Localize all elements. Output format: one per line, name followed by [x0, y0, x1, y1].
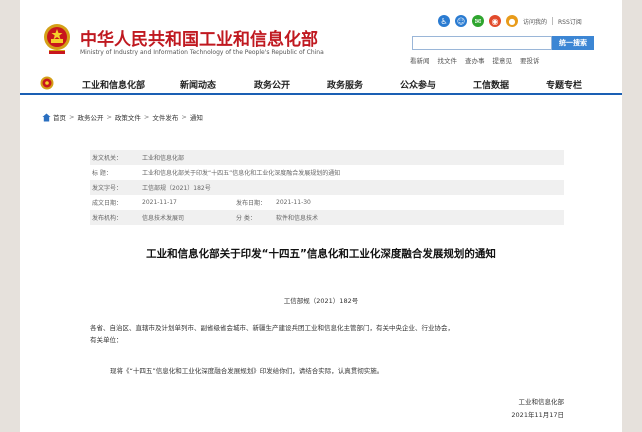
document-body: 现将《“十四五”信息化和工业化深度融合发展规划》印发给你们，请结合实际，认真贯彻… — [110, 367, 384, 375]
breadcrumb-separator: > — [69, 113, 75, 121]
breadcrumb-government-affairs[interactable]: 政务公开 — [77, 112, 103, 122]
nav-item-government-affairs[interactable]: 政务公开 — [254, 78, 290, 91]
quick-link-feedback[interactable]: 提意见 — [493, 55, 513, 65]
doc-number-value: 工信部规（2021）182号 — [142, 185, 211, 192]
published-value: 2021-11-30 — [276, 199, 311, 206]
breadcrumb-file-release[interactable]: 文件发布 — [152, 112, 178, 122]
document-number: 工信部规（2021）182号 — [283, 297, 359, 305]
site-title[interactable]: 中华人民共和国工业和信息化部 — [80, 25, 318, 50]
info-row-dates: 成文日期： 2021-11-17 发布日期： 2021-11-30 — [90, 195, 564, 210]
rss-link[interactable]: RSS订阅 — [558, 17, 582, 26]
quick-link-complaint[interactable]: 要投诉 — [520, 55, 540, 65]
page-frame: 中华人民共和国工业和信息化部 Ministry of Industry and … — [20, 0, 622, 432]
site-header: 中华人民共和国工业和信息化部 Ministry of Industry and … — [20, 0, 622, 70]
breadcrumb: 首页 > 政务公开 > 政策文件 > 文件发布 > 通知 — [42, 112, 203, 122]
document-signature: 工业和信息化部 — [518, 398, 565, 406]
main-nav: 工业和信息化部 新闻动态 政务公开 政务服务 公众参与 工信数据 专题专栏 — [20, 73, 622, 95]
title-value: 工业和信息化部关于印发“十四五”信息化和工业化深度融合发展规划的通知 — [142, 170, 341, 177]
info-row-title: 标 题： 工业和信息化部关于印发“十四五”信息化和工业化深度融合发展规划的通知 — [90, 165, 564, 180]
ministry-logo-icon[interactable] — [40, 76, 54, 90]
accessibility-icon[interactable]: ♿ — [438, 15, 450, 27]
tool-divider — [552, 17, 554, 25]
published-label: 发布日期： — [236, 200, 267, 207]
document-info-table: 发文机关： 工业和信息化部 标 题： 工业和信息化部关于印发“十四五”信息化和工… — [90, 150, 564, 225]
nav-item-participation[interactable]: 公众参与 — [400, 78, 436, 91]
quick-link-news[interactable]: 看新闻 — [410, 55, 430, 65]
login-link[interactable]: 访问我的 — [523, 17, 547, 26]
header-tools: ♿ ☺ ✉ ◉ ● 访问我的 RSS订阅 — [438, 14, 582, 28]
document-recipients-line1: 各省、自治区、直辖市及计划单列市、副省级省会城市、新疆生产建设兵团工业和信息化主… — [90, 324, 454, 332]
quick-link-services[interactable]: 查办事 — [465, 55, 485, 65]
created-value: 2021-11-17 — [142, 199, 177, 206]
nav-item-services[interactable]: 政务服务 — [327, 78, 363, 91]
document-recipients-line2: 有关单位： — [90, 336, 123, 344]
breadcrumb-separator: > — [181, 113, 187, 121]
user-icon: ● — [506, 15, 518, 27]
breadcrumb-policy-files[interactable]: 政策文件 — [115, 112, 141, 122]
search-input[interactable] — [412, 36, 552, 50]
doc-number-label: 发文字号： — [92, 185, 123, 192]
document-date: 2021年11月17日 — [511, 411, 564, 419]
issuer-value: 工业和信息化部 — [142, 155, 185, 162]
site-subtitle: Ministry of Industry and Information Tec… — [80, 49, 324, 56]
created-label: 成文日期： — [92, 200, 123, 207]
category-label: 分 类： — [236, 215, 256, 222]
category-value[interactable]: 软件和信息技术 — [276, 213, 318, 222]
elder-mode-icon[interactable]: ☺ — [455, 15, 467, 27]
wechat-icon[interactable]: ✉ — [472, 15, 484, 27]
breadcrumb-separator: > — [106, 113, 112, 121]
breadcrumb-notice[interactable]: 通知 — [190, 112, 203, 122]
breadcrumb-separator: > — [143, 113, 150, 121]
quick-links: 看新闻 找文件 查办事 提意见 要投诉 — [410, 55, 540, 65]
info-row-issuer: 发文机关： 工业和信息化部 — [90, 150, 564, 165]
breadcrumb-home[interactable]: 首页 — [53, 112, 66, 122]
issuer-label: 发文机关： — [92, 155, 123, 162]
title-label: 标 题： — [92, 170, 112, 177]
info-row-doc-number: 发文字号： 工信部规（2021）182号 — [90, 180, 564, 195]
quick-link-files[interactable]: 找文件 — [438, 55, 458, 65]
org-value: 信息技术发展司 — [142, 215, 185, 222]
national-emblem-icon[interactable] — [42, 22, 72, 56]
document-title: 工业和信息化部关于印发“十四五”信息化和工业化深度融合发展规划的通知 — [146, 248, 496, 260]
nav-item-home[interactable]: 工业和信息化部 — [82, 78, 145, 91]
search-button[interactable]: 统一搜索 — [552, 36, 594, 50]
weibo-icon[interactable]: ◉ — [489, 15, 501, 27]
nav-item-data[interactable]: 工信数据 — [473, 78, 509, 91]
nav-item-topics[interactable]: 专题专栏 — [546, 78, 582, 91]
info-row-org: 发布机构： 信息技术发展司 分 类： 软件和信息技术 — [90, 210, 564, 225]
org-label: 发布机构： — [92, 215, 123, 222]
nav-item-news[interactable]: 新闻动态 — [180, 78, 216, 91]
home-icon[interactable] — [42, 112, 51, 122]
